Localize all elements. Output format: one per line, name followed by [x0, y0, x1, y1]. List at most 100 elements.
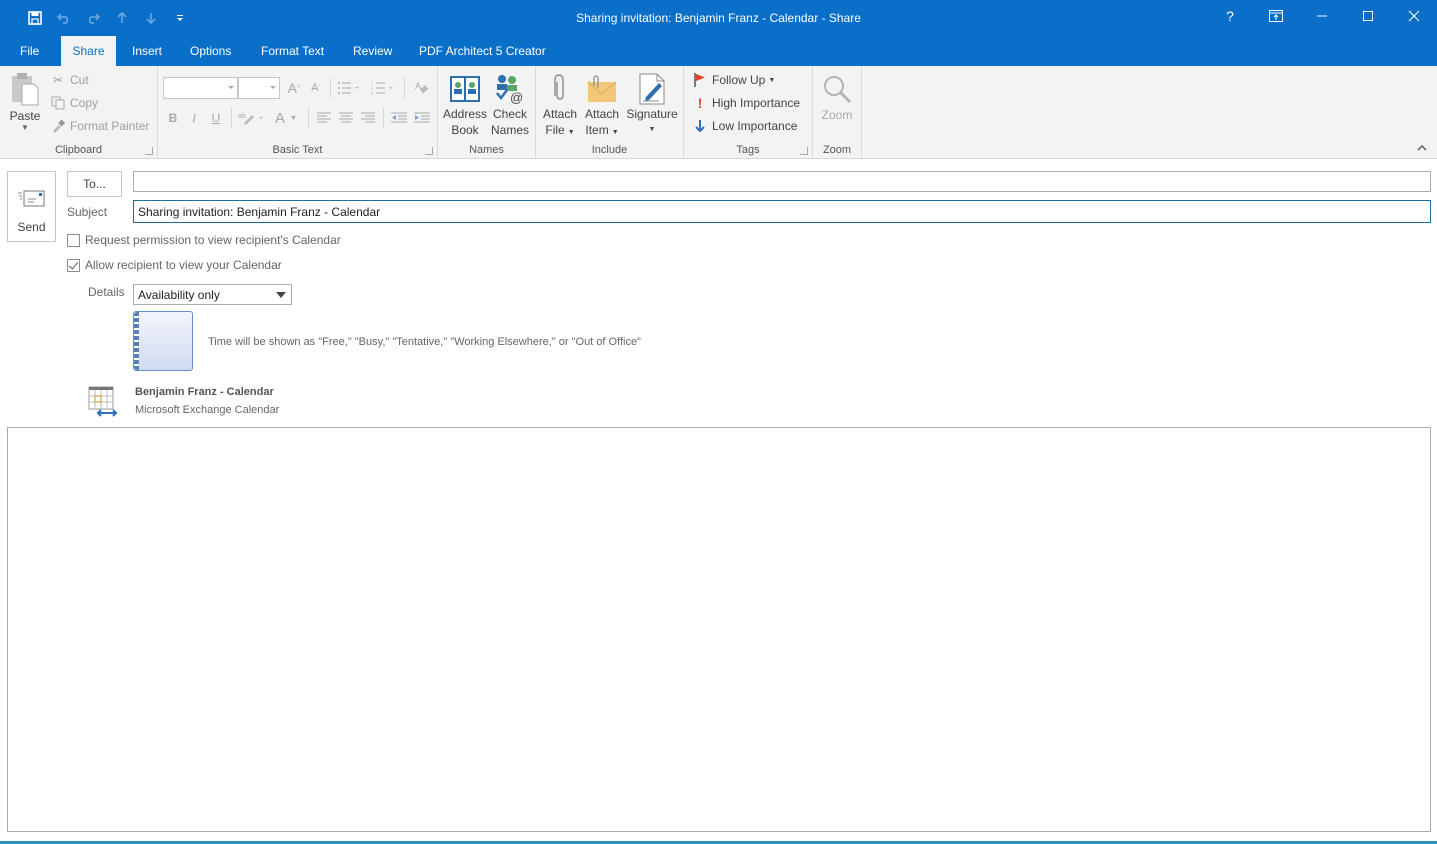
cut-label: Cut [70, 73, 89, 87]
low-importance-button[interactable]: Low Importance [692, 116, 797, 136]
clipboard-group: Paste ▼ ✂ Cut Copy Format Painter Clipbo… [0, 66, 158, 159]
font-color-button[interactable]: A ▼ [271, 108, 301, 128]
shrink-font-button[interactable]: Aˇ [306, 78, 326, 98]
basic-text-group: A ^ Aˇ 123 A B I U ab A ▼ Basic Text [158, 66, 438, 159]
numbering-button[interactable]: 123 [368, 78, 398, 98]
follow-up-button[interactable]: Follow Up ▼ [692, 70, 775, 90]
exclamation-icon: ! [697, 95, 703, 111]
tab-options[interactable]: Options [178, 36, 243, 66]
bullets-button[interactable] [334, 78, 364, 98]
send-label: Send [17, 220, 46, 234]
names-group-label: Names [469, 144, 504, 156]
clipboard-dialog-launcher[interactable] [145, 147, 153, 155]
close-icon[interactable] [1391, 0, 1437, 32]
align-right-icon [361, 112, 375, 123]
tab-pdf-architect[interactable]: PDF Architect 5 Creator [407, 36, 558, 66]
tags-dialog-launcher[interactable] [800, 147, 808, 155]
zoom-group-label: Zoom [822, 144, 852, 156]
tab-insert[interactable]: Insert [120, 36, 174, 66]
paste-icon [8, 72, 42, 106]
to-field[interactable] [133, 171, 1431, 192]
format-painter-label: Format Painter [70, 119, 150, 133]
clear-formatting-button[interactable]: A [412, 78, 432, 98]
zoom-button[interactable]: Zoom [817, 72, 857, 122]
tab-format-text[interactable]: Format Text [249, 36, 336, 66]
cut-button[interactable]: ✂ Cut [50, 70, 89, 90]
collapse-ribbon-icon[interactable] [1417, 143, 1427, 154]
tab-review[interactable]: Review [341, 36, 404, 66]
tags-group: Follow Up ▼ ! High Importance Low Import… [684, 66, 813, 159]
copy-button[interactable]: Copy [50, 93, 98, 113]
details-dropdown[interactable]: Availability only [133, 284, 292, 305]
check-names-button[interactable]: @ Check Names [488, 72, 532, 138]
include-group: Attach File ▼ Attach Item ▼ Signature ▼ In… [536, 66, 684, 159]
align-right-button[interactable] [358, 108, 378, 128]
signature-icon [635, 72, 669, 106]
details-description: Time will be shown as "Free," "Busy," "T… [208, 336, 641, 348]
tab-file[interactable]: File [8, 36, 51, 66]
ribbon-display-options-icon[interactable] [1253, 0, 1299, 32]
tags-group-label: Tags [736, 144, 760, 156]
address-book-label-line1: Address [442, 107, 488, 121]
highlight-button[interactable]: ab [236, 108, 268, 128]
underline-icon: U [211, 111, 221, 125]
down-arrow-icon [692, 118, 708, 134]
message-body[interactable] [7, 427, 1431, 832]
align-left-button[interactable] [314, 108, 334, 128]
help-glyph: ? [1226, 8, 1234, 24]
font-name-combo[interactable] [163, 77, 238, 99]
address-book-icon [448, 72, 482, 106]
magnifier-icon [820, 72, 854, 106]
font-color-icon: A [275, 109, 286, 127]
basic-text-dialog-launcher[interactable] [425, 147, 433, 155]
attach-file-button[interactable]: Attach File ▼ [540, 72, 580, 141]
clear-formatting-icon: A [415, 81, 429, 94]
subject-field[interactable]: Sharing invitation: Benjamin Franz - Cal… [133, 200, 1431, 223]
italic-button[interactable]: I [184, 108, 204, 128]
increase-indent-button[interactable] [412, 108, 432, 128]
attach-item-icon [585, 72, 619, 106]
send-button[interactable]: Send [7, 171, 56, 242]
high-importance-label: High Importance [712, 96, 801, 110]
details-selected-value: Availability only [138, 288, 220, 302]
to-button[interactable]: To... [67, 171, 122, 197]
title-bar: Sharing invitation: Benjamin Franz - Cal… [0, 0, 1437, 36]
send-envelope-icon [17, 190, 46, 208]
font-size-combo[interactable] [238, 77, 280, 99]
decrease-indent-icon [391, 112, 407, 123]
help-icon[interactable]: ? [1207, 0, 1253, 32]
calendar-type: Microsoft Exchange Calendar [135, 404, 280, 416]
paste-button[interactable]: Paste ▼ [6, 72, 44, 132]
request-permission-checkbox[interactable] [67, 233, 80, 247]
calendar-name: Benjamin Franz - Calendar [135, 386, 274, 398]
calendar-preview-image [133, 311, 193, 371]
underline-button[interactable]: U [206, 108, 226, 128]
align-center-button[interactable] [336, 108, 356, 128]
tab-share[interactable]: Share [61, 36, 116, 66]
paperclip-icon [543, 72, 577, 106]
low-importance-label: Low Importance [712, 119, 798, 133]
calendar-spine [134, 312, 139, 370]
allow-recipient-row[interactable]: Allow recipient to view your Calendar [67, 258, 282, 272]
request-permission-row[interactable]: Request permission to view recipient's C… [67, 233, 341, 247]
address-book-button[interactable]: Address Book [442, 72, 488, 138]
shrink-font-icon: A [311, 82, 319, 94]
minimize-icon[interactable] [1299, 0, 1345, 32]
align-center-icon [339, 112, 353, 123]
decrease-indent-button[interactable] [389, 108, 409, 128]
bold-button[interactable]: B [163, 108, 183, 128]
attach-item-button[interactable]: Attach Item ▼ [582, 72, 622, 141]
maximize-icon[interactable] [1345, 0, 1391, 32]
check-names-label-line2: Names [490, 123, 529, 137]
high-importance-button[interactable]: ! High Importance [692, 93, 800, 113]
format-painter-button[interactable]: Format Painter [50, 116, 149, 136]
bullets-icon [338, 82, 359, 94]
italic-icon: I [192, 110, 196, 125]
check-names-icon: @ [493, 72, 527, 106]
clipboard-group-label: Clipboard [54, 144, 103, 156]
grow-font-button[interactable]: A ^ [284, 78, 304, 98]
allow-recipient-checkbox[interactable] [67, 258, 80, 272]
attach-file-label-line2: File ▼ [545, 123, 575, 137]
signature-button[interactable]: Signature ▼ [624, 72, 680, 138]
signature-label: Signature [626, 107, 678, 121]
